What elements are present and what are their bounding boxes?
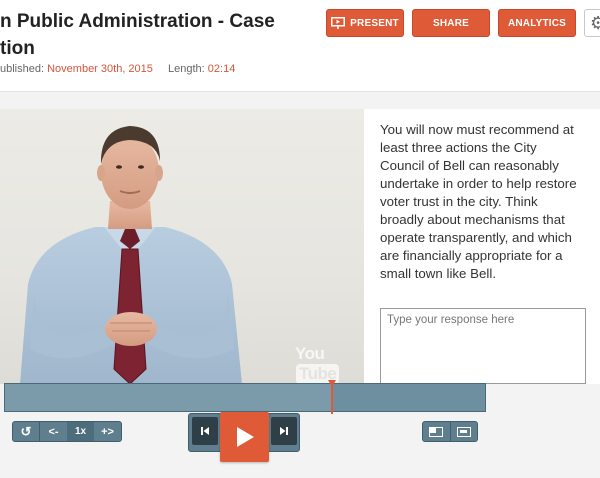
picture-in-picture-icon: [429, 426, 444, 437]
picture-in-picture-button[interactable]: [423, 422, 450, 441]
present-button[interactable]: PRESENT: [326, 9, 404, 37]
youtube-watermark: YouTube: [295, 344, 364, 384]
view-mode-controls: [422, 421, 478, 442]
video-player[interactable]: YouTube: [0, 109, 364, 384]
playhead[interactable]: [331, 383, 333, 414]
gear-icon: ⚙: [590, 13, 600, 33]
header: n Public Administration - Case tion ubli…: [0, 0, 600, 92]
replay-button[interactable]: ↺: [13, 422, 40, 441]
skip-previous-icon: [201, 427, 209, 435]
play-button[interactable]: [220, 412, 269, 462]
next-button[interactable]: [271, 417, 297, 445]
share-label: SHARE: [432, 17, 469, 29]
analytics-button[interactable]: ANALYTICS: [498, 9, 576, 37]
replay-icon: ↺: [20, 423, 32, 439]
fullscreen-icon: [456, 426, 471, 437]
published-value: November 30th, 2015: [47, 63, 153, 75]
speed-controls: ↺ <- 1x +>: [12, 421, 122, 442]
previous-button[interactable]: [192, 417, 218, 445]
share-button[interactable]: SHARE: [412, 9, 490, 37]
metadata: ublished: November 30th, 2015 Length: 02…: [0, 63, 235, 75]
timeline-progress: [5, 384, 333, 411]
present-label: PRESENT: [350, 17, 399, 29]
watermark-you: You: [295, 344, 325, 363]
playback-rate[interactable]: 1x: [67, 422, 94, 441]
prompt-text: You will now must recommend at least thr…: [380, 122, 577, 281]
settings-button[interactable]: ⚙: [584, 9, 600, 37]
page-title: n Public Administration - Case tion: [0, 8, 300, 62]
length-value: 02:14: [207, 63, 236, 75]
title-line-1: n Public Administration - Case: [0, 11, 275, 32]
slower-button[interactable]: <-: [40, 422, 67, 441]
fullscreen-button[interactable]: [449, 422, 477, 441]
length-label: Length:: [168, 63, 205, 75]
presenter-video-frame: [20, 126, 242, 384]
faster-button[interactable]: +>: [94, 422, 121, 441]
published-label: ublished:: [0, 63, 45, 75]
analytics-label: ANALYTICS: [507, 17, 567, 29]
skip-next-icon: [280, 427, 288, 435]
presentation-screen-icon: [331, 17, 346, 29]
timeline-track[interactable]: [4, 383, 486, 412]
play-icon: [236, 427, 254, 447]
title-line-2: tion: [0, 38, 35, 59]
response-input[interactable]: [380, 308, 586, 384]
